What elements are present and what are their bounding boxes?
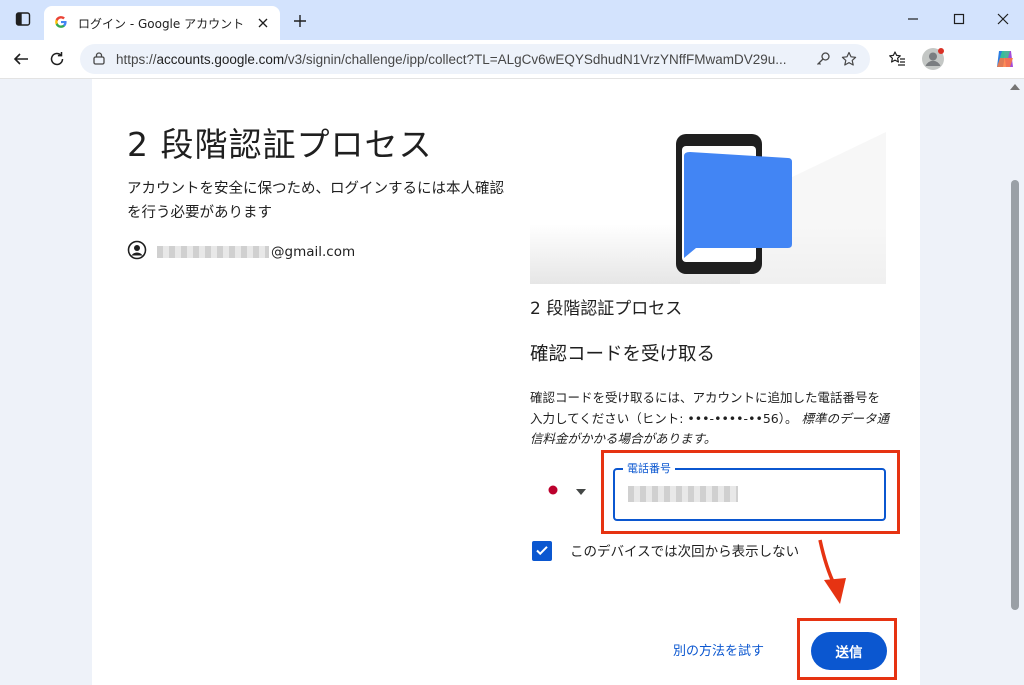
url-host: accounts.google.com: [156, 51, 285, 67]
close-icon[interactable]: [254, 14, 272, 32]
maximize-icon[interactable]: [936, 0, 982, 38]
scrollbar-thumb[interactable]: [1011, 180, 1019, 610]
copilot-icon[interactable]: [990, 44, 1020, 74]
back-icon[interactable]: [6, 44, 36, 74]
red-arrow-icon: [818, 539, 846, 604]
page-title: 2 段階認証プロセス: [127, 125, 433, 164]
right-heading: 確認コードを受け取る: [530, 344, 716, 365]
url-scheme: https://: [116, 51, 157, 67]
country-selector[interactable]: [548, 480, 586, 499]
account-email-suffix: @gmail.com: [271, 244, 356, 260]
remember-checkbox[interactable]: [532, 541, 552, 561]
google-g-icon: [54, 14, 68, 33]
account-circle-icon: [127, 240, 147, 264]
phone-illustration: [530, 132, 886, 284]
minimize-icon[interactable]: [890, 0, 936, 38]
dropdown-arrow-icon[interactable]: [576, 480, 586, 499]
url-text: https://accounts.google.com/v3/signin/ch…: [116, 52, 810, 67]
plus-icon[interactable]: [286, 8, 314, 34]
scroll-up-icon[interactable]: [1010, 84, 1020, 90]
redacted-email: [157, 246, 269, 258]
submit-highlight-box: [797, 618, 897, 680]
try-another-way-link[interactable]: 別の方法を試す: [673, 640, 764, 659]
checkbox-label[interactable]: このデバイスでは次回から表示しない: [570, 540, 799, 560]
info-text: 確認コードを受け取るには、アカウントに追加した電話番号を入力してください（ヒント…: [530, 388, 890, 450]
address-bar[interactable]: https://accounts.google.com/v3/signin/ch…: [80, 44, 870, 74]
tab-title: ログイン - Google アカウント: [78, 16, 245, 31]
japan-flag-icon: [548, 480, 558, 499]
page-description: アカウントを安全に保つため、ログインするには本人確認を行う必要があります: [127, 181, 504, 221]
site-info-icon[interactable]: [92, 50, 106, 69]
window-close-icon[interactable]: [980, 0, 1024, 38]
browser-toolbar: https://accounts.google.com/v3/signin/ch…: [0, 40, 1024, 79]
browser-sidebar-icon[interactable]: [0, 0, 46, 38]
favorites-icon[interactable]: [882, 44, 912, 74]
reload-icon[interactable]: [42, 44, 72, 74]
key-icon[interactable]: [810, 46, 836, 72]
phone-highlight-box: [601, 450, 900, 534]
tab-strip: ログイン - Google アカウント: [0, 0, 1024, 40]
url-path: /v3/signin/challenge/ipp/collect?TL=ALgC…: [284, 51, 787, 67]
right-subtitle: 2 段階認証プロセス: [530, 299, 683, 319]
account-chip[interactable]: @gmail.com: [127, 240, 355, 264]
star-icon[interactable]: [836, 46, 862, 72]
active-tab[interactable]: ログイン - Google アカウント: [44, 6, 280, 40]
profile-avatar-icon[interactable]: [918, 44, 948, 74]
checkmark-icon: [535, 542, 549, 561]
